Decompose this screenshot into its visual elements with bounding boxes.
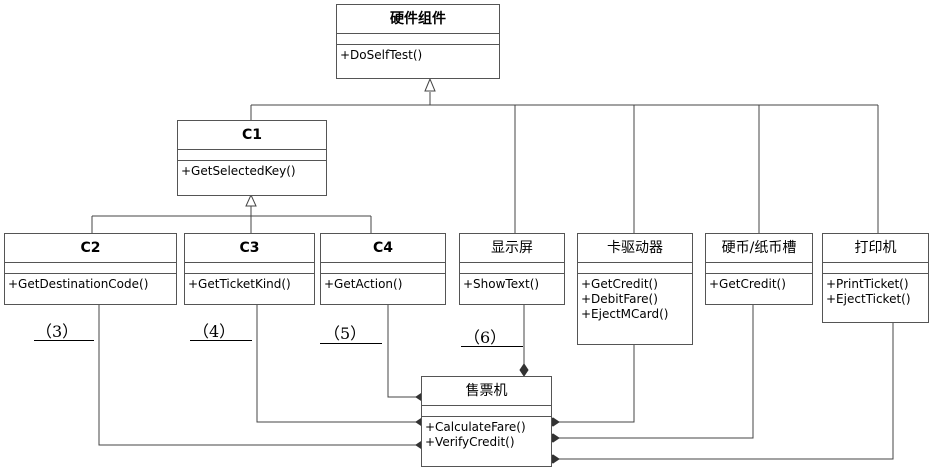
operation: +ShowText() xyxy=(463,277,540,291)
attribute-section xyxy=(460,263,564,274)
operation: +GetCredit() xyxy=(709,277,786,291)
operations-section: +PrintTicket() +EjectTicket() xyxy=(823,274,928,307)
class-name: 硬币/纸币槽 xyxy=(706,234,812,263)
blank-underline-5 xyxy=(320,343,382,344)
operation: +CalculateFare() xyxy=(425,420,526,434)
blank-underline-4 xyxy=(190,340,252,341)
class-display: 显示屏 +ShowText() xyxy=(459,233,565,305)
operation: +VerifyCredit() xyxy=(425,435,515,449)
gen-arrow-c1 xyxy=(245,193,257,207)
attribute-section xyxy=(5,263,176,274)
operation: +EjectTicket() xyxy=(826,292,911,306)
operation: +EjectMCard() xyxy=(581,307,669,321)
blank-label-6: （6） xyxy=(464,328,507,347)
composition-diamond xyxy=(519,363,529,377)
class-hardware-component: 硬件组件 +DoSelfTest() xyxy=(336,4,500,79)
operations-section: +ShowText() xyxy=(460,274,564,292)
class-name: 售票机 xyxy=(422,377,551,406)
class-name: C4 xyxy=(321,234,445,263)
attribute-section xyxy=(337,34,499,45)
operation: +GetDestinationCode() xyxy=(8,277,149,291)
blank-label-4: （4） xyxy=(193,322,236,341)
operation: +GetCredit() xyxy=(581,277,658,291)
class-name: C3 xyxy=(185,234,314,263)
attribute-section xyxy=(706,263,812,274)
attribute-section xyxy=(321,263,445,274)
blank-underline-3 xyxy=(34,340,94,341)
class-name: C1 xyxy=(178,121,326,150)
link-c4 xyxy=(387,305,416,398)
blank-label-3: （3） xyxy=(36,322,79,341)
operations-section: +GetCredit() +DebitFare() +EjectMCard() xyxy=(578,274,692,322)
blank-underline-6 xyxy=(461,346,523,347)
blank-label-5: （5） xyxy=(324,324,367,343)
attribute-section xyxy=(823,263,928,274)
class-name: 打印机 xyxy=(823,234,928,263)
class-card-driver: 卡驱动器 +GetCredit() +DebitFare() +EjectMCa… xyxy=(577,233,693,345)
class-c4: C4 +GetAction() xyxy=(320,233,446,305)
class-name: 卡驱动器 xyxy=(578,234,692,263)
operation: +GetTicketKind() xyxy=(188,277,291,291)
attribute-section xyxy=(178,150,326,161)
class-coin-slot: 硬币/纸币槽 +GetCredit() xyxy=(705,233,813,305)
attribute-section xyxy=(185,263,314,274)
class-printer: 打印机 +PrintTicket() +EjectTicket() xyxy=(822,233,929,323)
class-c1: C1 +GetSelectedKey() xyxy=(177,120,327,196)
operation: +DoSelfTest() xyxy=(340,48,423,62)
class-name: C2 xyxy=(5,234,176,263)
link-card xyxy=(559,345,635,423)
class-c2: C2 +GetDestinationCode() xyxy=(4,233,177,305)
class-c3: C3 +GetTicketKind() xyxy=(184,233,315,305)
class-name: 显示屏 xyxy=(460,234,564,263)
operations-section: +GetCredit() xyxy=(706,274,812,292)
operation: +DebitFare() xyxy=(581,292,658,306)
operation: +PrintTicket() xyxy=(826,277,909,291)
class-name: 硬件组件 xyxy=(337,5,499,34)
operations-section: +GetSelectedKey() xyxy=(178,161,326,179)
operation: +GetSelectedKey() xyxy=(181,164,296,178)
operation: +GetAction() xyxy=(324,277,403,291)
operations-section: +DoSelfTest() xyxy=(337,45,499,63)
operations-section: +GetTicketKind() xyxy=(185,274,314,292)
attribute-section xyxy=(422,406,551,417)
attribute-section xyxy=(578,263,692,274)
operations-section: +CalculateFare() +VerifyCredit() xyxy=(422,417,551,450)
gen-arrow-hw xyxy=(424,77,436,92)
operations-section: +GetDestinationCode() xyxy=(5,274,176,292)
class-ticket-machine: 售票机 +CalculateFare() +VerifyCredit() xyxy=(421,376,552,467)
operations-section: +GetAction() xyxy=(321,274,445,292)
